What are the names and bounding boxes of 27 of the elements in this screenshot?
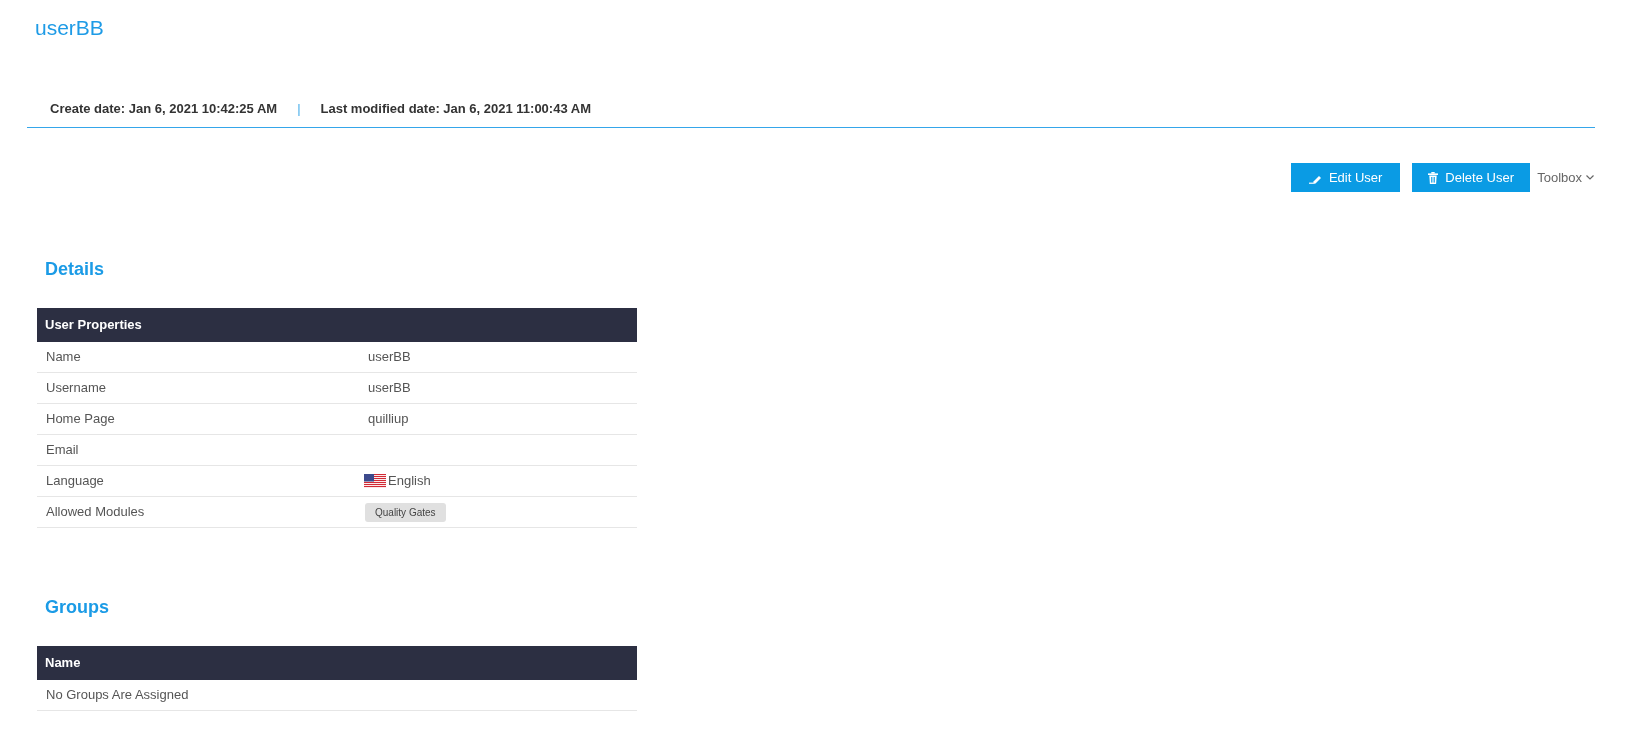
property-label: Email	[46, 442, 80, 458]
flag-icon	[364, 474, 386, 488]
property-label: Language	[46, 473, 105, 489]
chevron-down-icon	[1586, 175, 1594, 180]
page-title: userBB	[35, 16, 104, 40]
delete-user-button[interactable]: Delete User	[1412, 163, 1531, 192]
property-label: Home Page	[46, 411, 116, 427]
module-tag: Quality Gates	[365, 502, 446, 522]
edit-user-button[interactable]: Edit User	[1291, 163, 1401, 192]
property-value: quilliup	[368, 411, 409, 427]
property-label: Name	[46, 349, 82, 365]
section-heading: Details	[45, 258, 105, 280]
last-modified-date: Last modified date: Jan 6, 2021 11:00:43 AM	[320, 100, 591, 118]
separator: |	[297, 100, 301, 118]
property-value: userBB	[368, 349, 411, 365]
create-date: Create date: Jan 6, 2021 10:42:25 AM	[50, 100, 278, 118]
property-label: Allowed Modules	[46, 504, 146, 520]
trash-icon	[1428, 171, 1439, 184]
empty-message: No Groups Are Assigned	[46, 687, 189, 703]
language-name: English	[388, 473, 431, 489]
section-heading: Groups	[45, 596, 109, 618]
table-header: User Properties	[37, 308, 637, 342]
table-header: Name	[37, 646, 637, 680]
toolbox-dropdown[interactable]: Toolbox	[1537, 170, 1594, 185]
property-value: userBB	[368, 380, 411, 396]
property-label: Username	[46, 380, 107, 396]
pencil-icon	[1308, 173, 1322, 184]
